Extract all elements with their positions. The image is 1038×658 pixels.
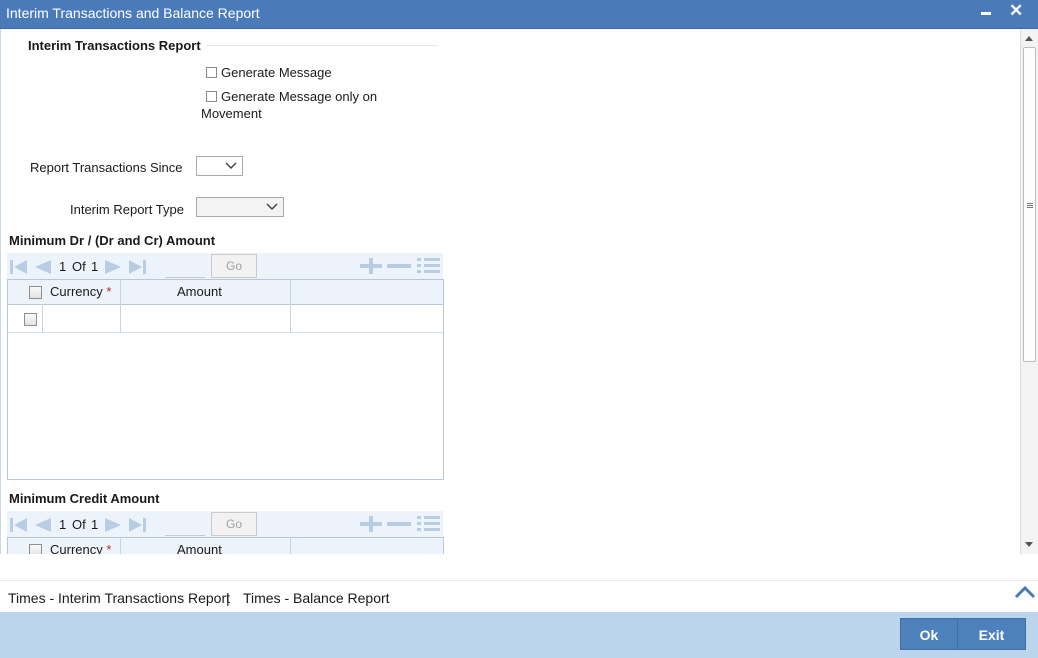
ok-button[interactable]: Ok xyxy=(900,618,958,650)
row-actions xyxy=(360,516,440,532)
table-row xyxy=(8,304,443,333)
chevron-up-icon[interactable] xyxy=(1014,585,1036,599)
generate-on-movement-label: Generate Message only on xyxy=(221,89,378,104)
page-of: Of xyxy=(72,517,86,532)
footer-bar: Ok Exit xyxy=(0,612,1038,658)
min-cr-title: Minimum Credit Amount xyxy=(9,491,160,506)
delete-row-icon xyxy=(387,264,411,268)
amount-cell[interactable] xyxy=(121,304,291,332)
report-type-label: Interim Report Type xyxy=(70,202,184,217)
sub-screen-links: Times - Interim Transactions Report | Ti… xyxy=(0,580,1038,613)
required-marker: * xyxy=(106,542,112,554)
next-page-icon[interactable] xyxy=(103,259,123,275)
section-divider xyxy=(206,45,438,46)
prev-page-icon[interactable] xyxy=(33,517,53,533)
scroll-down-icon[interactable] xyxy=(1025,542,1033,547)
delete-row-icon xyxy=(387,522,411,526)
add-row-icon xyxy=(360,258,382,274)
add-row-icon xyxy=(360,516,382,532)
window-title: Interim Transactions and Balance Report xyxy=(6,5,260,21)
go-button[interactable]: Go xyxy=(211,254,257,278)
generate-on-movement-checkbox[interactable] xyxy=(206,91,217,102)
amount-header: Amount xyxy=(177,542,222,554)
currency-header: Currency xyxy=(50,542,103,554)
generate-message-checkbox[interactable] xyxy=(206,67,217,78)
last-page-icon[interactable] xyxy=(127,517,147,533)
row-actions xyxy=(360,258,440,274)
generate-on-movement-label-cont: Movement xyxy=(201,106,262,121)
page-of: Of xyxy=(72,259,86,274)
scroll-up-icon[interactable] xyxy=(1025,36,1033,41)
report-since-select[interactable] xyxy=(196,156,243,176)
last-page-icon[interactable] xyxy=(127,259,147,275)
vertical-scrollbar[interactable] xyxy=(1020,29,1038,554)
select-all-checkbox[interactable] xyxy=(29,544,42,554)
page-number-input[interactable] xyxy=(165,513,205,536)
go-button[interactable]: Go xyxy=(211,512,257,536)
page-number-input[interactable] xyxy=(165,255,205,278)
min-cr-toolbar: 1 Of 1 Go xyxy=(7,511,443,537)
prev-page-icon[interactable] xyxy=(33,259,53,275)
first-page-icon[interactable] xyxy=(9,517,29,533)
report-type-select[interactable] xyxy=(196,197,284,217)
close-icon[interactable]: ✕ xyxy=(1009,2,1023,20)
table-header: Currency * Amount xyxy=(8,280,443,305)
interim-times-link[interactable]: Times - Interim Transactions Report xyxy=(8,590,230,606)
min-dr-title: Minimum Dr / (Dr and Cr) Amount xyxy=(9,233,216,248)
page-total: 1 xyxy=(91,259,99,274)
next-page-icon[interactable] xyxy=(103,517,123,533)
minimize-icon[interactable] xyxy=(981,12,991,15)
row-select-checkbox[interactable] xyxy=(24,313,37,326)
min-cr-table: Currency * Amount xyxy=(7,537,444,554)
view-list-icon xyxy=(417,516,440,531)
grip-icon xyxy=(1027,203,1033,204)
page-total: 1 xyxy=(91,517,99,532)
window-title-bar: Interim Transactions and Balance Report … xyxy=(0,0,1038,29)
amount-header: Amount xyxy=(177,284,222,299)
chevron-down-icon xyxy=(266,203,278,211)
chevron-down-icon xyxy=(225,162,237,170)
required-marker: * xyxy=(106,284,112,299)
form-content: Interim Transactions Report Generate Mes… xyxy=(0,29,1020,554)
first-page-icon[interactable] xyxy=(9,259,29,275)
report-since-label: Report Transactions Since xyxy=(30,160,183,175)
page-current: 1 xyxy=(59,259,67,274)
exit-button[interactable]: Exit xyxy=(957,618,1026,650)
link-separator: | xyxy=(226,590,230,606)
page-current: 1 xyxy=(59,517,67,532)
min-dr-table: Currency * Amount xyxy=(7,279,444,480)
generate-message-label: Generate Message xyxy=(221,65,332,80)
currency-cell[interactable] xyxy=(43,304,121,332)
currency-header: Currency xyxy=(50,284,103,299)
view-list-icon xyxy=(417,258,440,273)
scroll-thumb[interactable] xyxy=(1023,47,1036,362)
balance-times-link[interactable]: Times - Balance Report xyxy=(243,590,390,606)
table-header: Currency * Amount xyxy=(8,538,443,554)
select-all-checkbox[interactable] xyxy=(29,286,42,299)
empty-cell xyxy=(291,304,443,332)
interim-section-title: Interim Transactions Report xyxy=(28,38,201,53)
min-dr-toolbar: 1 Of 1 Go xyxy=(7,253,443,279)
